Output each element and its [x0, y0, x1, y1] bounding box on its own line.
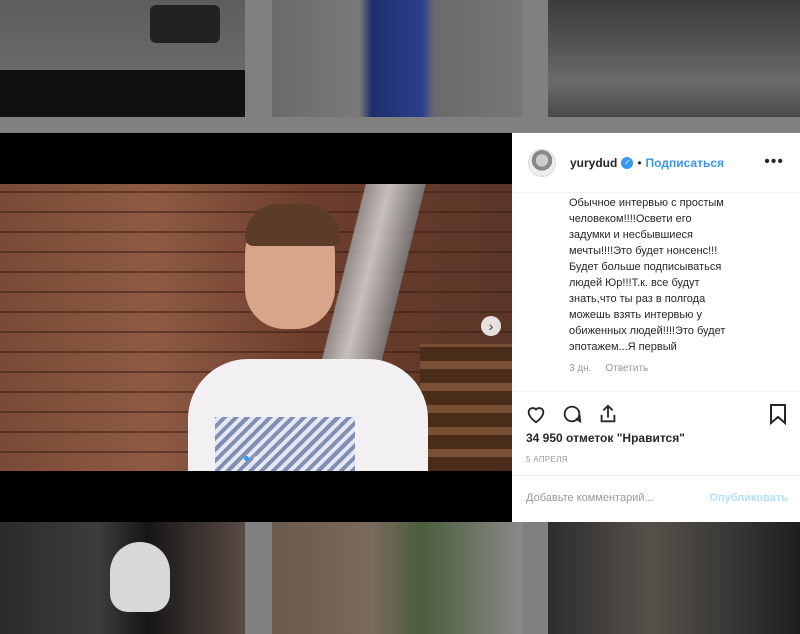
carousel-next-button[interactable]: ›	[481, 316, 501, 336]
post-actions	[525, 403, 619, 425]
grid-thumbnail-snowboard[interactable]	[0, 0, 245, 117]
share-icon[interactable]	[597, 403, 619, 425]
separator-dot: •	[637, 155, 642, 170]
carousel-dot-active	[244, 456, 249, 461]
avatar[interactable]	[528, 148, 556, 177]
carousel-indicator	[244, 456, 258, 461]
grid-thumbnail-factory[interactable]	[548, 0, 800, 117]
follow-button[interactable]: Подписаться	[646, 156, 724, 170]
grid-thumbnail-skull-shirt[interactable]	[0, 522, 245, 634]
post-header: yurydud ✓ • Подписаться •••	[512, 133, 800, 193]
post-video[interactable]	[0, 184, 512, 471]
username-link[interactable]: yurydud	[570, 156, 617, 170]
reply-button[interactable]: Ответить	[605, 363, 648, 374]
verified-badge-icon: ✓	[621, 156, 634, 169]
grid-thumbnail-hockey[interactable]	[272, 0, 522, 117]
comment-timestamp: 3 дн.	[569, 363, 592, 374]
chevron-right-icon: ›	[488, 318, 494, 334]
comment-text: Обычное интервью с простым человеком!!!!…	[569, 197, 726, 353]
post-media: ›	[0, 133, 512, 522]
comment-bubble-icon[interactable]	[561, 403, 583, 425]
carousel-dot	[253, 456, 258, 461]
likes-count[interactable]: 34 950 отметок "Нравится"	[526, 431, 685, 445]
comment-meta: 3 дн. Ответить	[569, 363, 648, 374]
comment-input[interactable]	[526, 492, 696, 504]
grid-thumbnail-portrait[interactable]	[272, 522, 522, 634]
post-details-panel: yurydud ✓ • Подписаться ••• Обычное инте…	[512, 133, 800, 522]
grid-thumbnail-plaid-shirt[interactable]	[548, 522, 800, 634]
bookmark-icon[interactable]	[768, 403, 788, 425]
add-comment-bar: Опубликовать	[512, 475, 800, 522]
heart-icon[interactable]	[525, 403, 547, 425]
publish-button[interactable]: Опубликовать	[709, 492, 788, 504]
more-options-icon[interactable]: •••	[764, 153, 784, 171]
actions-divider	[512, 391, 800, 392]
post-date: 5 АПРЕЛЯ	[526, 455, 568, 464]
